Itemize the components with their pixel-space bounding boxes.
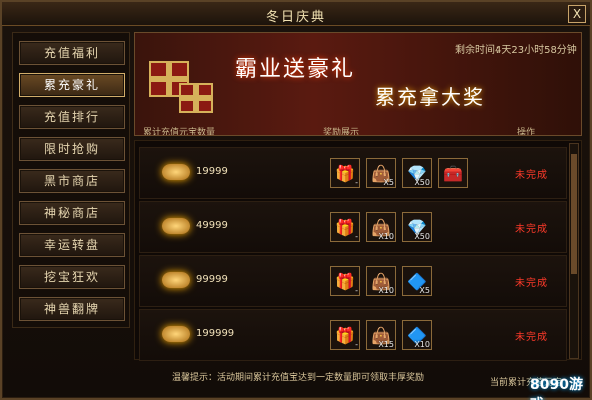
reward-item[interactable]: 🎁 -: [330, 212, 360, 242]
required-amount: 99999: [196, 274, 228, 285]
column-header-amount: 累计充值元宝数量: [143, 128, 216, 136]
footer-tip: 温馨提示：活动期间累计充值宝达到一定数量即可领取丰厚奖励: [172, 373, 425, 383]
reward-item[interactable]: 👜 X10: [366, 266, 396, 296]
sidebar: 充值福利 累充豪礼 充值排行 限时抢购 黑市商店 神秘商店 幸运转盘 挖宝狂欢 …: [12, 32, 130, 328]
gold-ingot-icon: [162, 164, 190, 180]
item-quantity: X10: [378, 232, 394, 241]
reward-item[interactable]: 👜 X15: [366, 320, 396, 350]
required-amount: 199999: [196, 328, 235, 339]
reward-item[interactable]: 🧰: [438, 158, 468, 188]
gold-ingot-icon: [162, 218, 190, 234]
scrollbar-thumb[interactable]: [571, 154, 577, 274]
reward-item[interactable]: 🔷 X5: [402, 266, 432, 296]
sidebar-item-label: 黑市商店: [43, 174, 100, 188]
item-quantity: X5: [383, 178, 394, 187]
status-badge: 未完成: [515, 170, 548, 181]
gift-icon: [179, 83, 213, 113]
sidebar-item-cumulative-gifts[interactable]: 累充豪礼: [19, 73, 125, 97]
item-quantity: X10: [378, 286, 394, 295]
event-window: 冬日庆典 X 充值福利 累充豪礼 充值排行 限时抢购 黑市商店 神秘商店 幸运转…: [0, 0, 592, 400]
sidebar-item-label: 充值福利: [43, 46, 100, 60]
reward-item[interactable]: 🎁 -: [330, 158, 360, 188]
status-badge: 未完成: [515, 224, 548, 235]
status-badge: 未完成: [515, 278, 548, 289]
item-quantity: X15: [378, 340, 394, 349]
sidebar-item-label: 神兽翻牌: [43, 302, 100, 316]
sidebar-item-label: 挖宝狂欢: [43, 270, 100, 284]
sidebar-item-label: 幸运转盘: [43, 238, 100, 252]
column-header-rewards: 奖励展示: [323, 128, 360, 136]
item-quantity: X50: [414, 232, 430, 241]
reward-list[interactable]: 19999 🎁 - 👜 X5 💎 X50 🧰 未完成 49999 🎁 - 👜 X…: [134, 140, 582, 361]
banner-headline-2: 累充拿大奖: [375, 85, 485, 109]
banner-headline-1: 霸业送豪礼: [235, 57, 356, 82]
window-title: 冬日庆典: [265, 10, 326, 25]
reward-item[interactable]: 💎 X50: [402, 212, 432, 242]
sidebar-item-label: 神秘商店: [43, 206, 100, 220]
scrollbar[interactable]: [569, 143, 579, 359]
close-button[interactable]: X: [568, 5, 586, 23]
sidebar-item-mystery-shop[interactable]: 神秘商店: [19, 201, 125, 225]
gold-ingot-icon: [162, 326, 190, 342]
countdown-value: 4天23小时58分钟: [495, 45, 577, 56]
sidebar-item-black-market[interactable]: 黑市商店: [19, 169, 125, 193]
reward-row: 19999 🎁 - 👜 X5 💎 X50 🧰 未完成: [139, 147, 567, 199]
sidebar-item-flash-sale[interactable]: 限时抢购: [19, 137, 125, 161]
sidebar-item-recharge-benefits[interactable]: 充值福利: [19, 41, 125, 65]
reward-item[interactable]: 💎 X50: [402, 158, 432, 188]
sidebar-item-lucky-wheel[interactable]: 幸运转盘: [19, 233, 125, 257]
reward-row: 49999 🎁 - 👜 X10 💎 X50 未完成: [139, 201, 567, 253]
item-quantity: X5: [419, 286, 430, 295]
sidebar-item-recharge-ranking[interactable]: 充值排行: [19, 105, 125, 129]
item-quantity: -: [355, 340, 358, 349]
reward-item[interactable]: 🎁 -: [330, 266, 360, 296]
chest-icon: 🧰: [443, 164, 463, 183]
sidebar-item-treasure-dig[interactable]: 挖宝狂欢: [19, 265, 125, 289]
reward-row: 199999 🎁 - 👜 X15 🔷 X10 未完成: [139, 309, 567, 361]
reward-item[interactable]: 🎁 -: [330, 320, 360, 350]
sidebar-item-label: 累充豪礼: [43, 78, 100, 92]
required-amount: 19999: [196, 166, 228, 177]
sidebar-item-label: 充值排行: [43, 110, 100, 124]
reward-item[interactable]: 🔷 X10: [402, 320, 432, 350]
sidebar-item-label: 限时抢购: [43, 142, 100, 156]
required-amount: 49999: [196, 220, 228, 231]
sidebar-item-beast-flip[interactable]: 神兽翻牌: [19, 297, 125, 321]
item-quantity: -: [355, 178, 358, 187]
status-badge: 未完成: [515, 332, 548, 343]
column-header-action: 操作: [517, 128, 536, 136]
item-quantity: X10: [414, 340, 430, 349]
item-quantity: -: [355, 232, 358, 241]
site-watermark: 8090游戏: [530, 377, 583, 400]
item-quantity: X50: [414, 178, 430, 187]
title-bar: 冬日庆典 X: [2, 2, 590, 26]
event-banner: 霸业送豪礼 累充拿大奖 剩余时间： 4天23小时58分钟 累计充值元宝数量 奖励…: [134, 32, 582, 136]
reward-item[interactable]: 👜 X5: [366, 158, 396, 188]
gold-ingot-icon: [162, 272, 190, 288]
item-quantity: -: [355, 286, 358, 295]
reward-item[interactable]: 👜 X10: [366, 212, 396, 242]
reward-row: 99999 🎁 - 👜 X10 🔷 X5 未完成: [139, 255, 567, 307]
